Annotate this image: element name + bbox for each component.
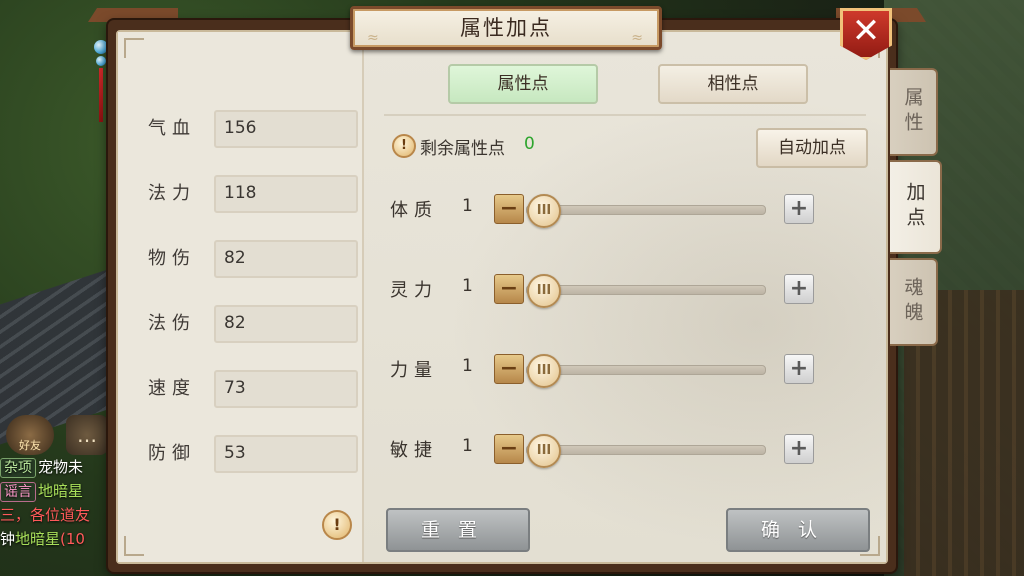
attr-value: 1 <box>462 276 473 296</box>
attr-row-agility: 敏捷 1 − III + <box>390 428 830 468</box>
stat-label: 法力 <box>148 183 196 204</box>
stat-box: 156 <box>214 110 358 148</box>
info-icon: ! <box>392 134 416 158</box>
confirm-button[interactable]: 确认 <box>726 508 870 552</box>
plus-button[interactable]: + <box>784 354 814 384</box>
plus-button[interactable]: + <box>784 274 814 304</box>
attr-label: 敏捷 <box>390 440 438 461</box>
chat-highlight[interactable]: 地暗星 <box>38 482 83 500</box>
attr-value: 1 <box>462 436 473 456</box>
attr-value: 1 <box>462 356 473 376</box>
chat-log: 杂项 宠物未 谣言 地暗星 三，各位道友 钟地暗星(10 <box>0 455 120 576</box>
attr-row-spirit: 灵力 1 − III + <box>390 268 830 308</box>
stat-row-mp: 法力 118 <box>140 175 360 213</box>
chat-highlight[interactable]: 地暗星 <box>15 530 60 548</box>
chat-text: 钟 <box>0 530 16 548</box>
stat-value: 118 <box>224 183 257 203</box>
page-title: 属性加点 <box>460 16 552 40</box>
chat-line: 三，各位道友 <box>0 503 120 527</box>
stat-row-speed: 速度 73 <box>140 370 360 408</box>
stat-value: 53 <box>224 443 246 463</box>
stat-label: 气血 <box>148 118 196 139</box>
reset-button[interactable]: 重置 <box>386 508 530 552</box>
chat-text: 宠物未 <box>38 458 84 476</box>
chat-line: 杂项 宠物未 <box>0 455 120 479</box>
attr-row-strength: 力量 1 − III + <box>390 348 830 388</box>
attribute-panel: 气血 156 法力 118 物伤 82 法伤 82 速度 73 防御 53 ! … <box>108 20 896 572</box>
stat-value: 82 <box>224 313 246 333</box>
auto-assign-button[interactable]: 自动加点 <box>756 128 868 168</box>
stat-box: 118 <box>214 175 358 213</box>
minus-button[interactable]: − <box>494 434 524 464</box>
slider-knob[interactable]: III <box>527 434 561 468</box>
chat-line: 钟地暗星(10 <box>0 527 120 551</box>
stat-row-defense: 防御 53 <box>140 435 360 473</box>
attr-label: 力量 <box>390 360 438 381</box>
stat-row-phys-dmg: 物伤 82 <box>140 240 360 278</box>
chat-extra: (10 <box>60 530 85 548</box>
panel-title-banner: ≈ 属性加点 ≈ <box>350 6 662 50</box>
stat-row-magic-dmg: 法伤 82 <box>140 305 360 343</box>
stat-box: 73 <box>214 370 358 408</box>
slider-knob[interactable]: III <box>527 354 561 388</box>
info-icon[interactable]: ! <box>322 510 352 540</box>
attr-label: 体质 <box>390 200 438 221</box>
remaining-points-label: 剩余属性点 <box>420 139 505 159</box>
slider-knob[interactable]: III <box>527 274 561 308</box>
remaining-points-value: 0 <box>524 134 535 154</box>
stat-box: 82 <box>214 240 358 278</box>
slider-knob[interactable]: III <box>527 194 561 228</box>
stat-row-hp: 气血 156 <box>140 110 360 148</box>
stats-column: 气血 156 法力 118 物伤 82 法伤 82 速度 73 防御 53 ! <box>118 32 364 562</box>
cloud-deco-icon: ≈ <box>631 30 645 46</box>
attr-slider[interactable]: III <box>526 354 766 388</box>
attr-label: 灵力 <box>390 280 438 301</box>
plus-button[interactable]: + <box>784 194 814 224</box>
minus-button[interactable]: − <box>494 194 524 224</box>
friend-label: 好友 <box>19 439 41 452</box>
stat-label: 物伤 <box>148 248 196 269</box>
chat-text: 三，各位道友 <box>0 506 91 524</box>
attr-slider[interactable]: III <box>526 194 766 228</box>
stat-value: 82 <box>224 248 246 268</box>
cloud-deco-icon: ≈ <box>367 30 381 46</box>
close-icon: ✕ <box>851 11 881 51</box>
stat-label: 防御 <box>148 443 196 464</box>
friend-button[interactable]: 好友 <box>6 415 54 455</box>
tab-affinity-points[interactable]: 相性点 <box>658 64 808 104</box>
attr-value: 1 <box>462 196 473 216</box>
allocation-column: 属性点 相性点 ! 剩余属性点 0 自动加点 体质 1 − III + 灵力 1… <box>364 32 886 562</box>
tab-attribute-points[interactable]: 属性点 <box>448 64 598 104</box>
stat-label: 法伤 <box>148 313 196 334</box>
side-tab-soul[interactable]: 魂魄 <box>890 258 938 346</box>
side-tab-attributes[interactable]: 属性 <box>890 68 938 156</box>
minus-button[interactable]: − <box>494 274 524 304</box>
panel-body: 气血 156 法力 118 物伤 82 法伤 82 速度 73 防御 53 ! … <box>116 30 888 564</box>
stat-box: 53 <box>214 435 358 473</box>
stat-value: 156 <box>224 118 257 138</box>
minus-button[interactable]: − <box>494 354 524 384</box>
stat-value: 73 <box>224 378 246 398</box>
chat-channel-tag: 杂项 <box>0 458 36 478</box>
attr-row-constitution: 体质 1 − III + <box>390 188 830 228</box>
chat-line: 谣言 地暗星 <box>0 479 120 503</box>
divider <box>384 114 866 116</box>
stat-box: 82 <box>214 305 358 343</box>
chat-channel-tag: 谣言 <box>0 482 36 502</box>
plus-button[interactable]: + <box>784 434 814 464</box>
attr-slider[interactable]: III <box>526 274 766 308</box>
attr-slider[interactable]: III <box>526 434 766 468</box>
side-tab-add-points[interactable]: 加点 <box>890 160 942 254</box>
chat-bubble-icon[interactable]: … <box>66 415 108 455</box>
stat-label: 速度 <box>148 378 196 399</box>
